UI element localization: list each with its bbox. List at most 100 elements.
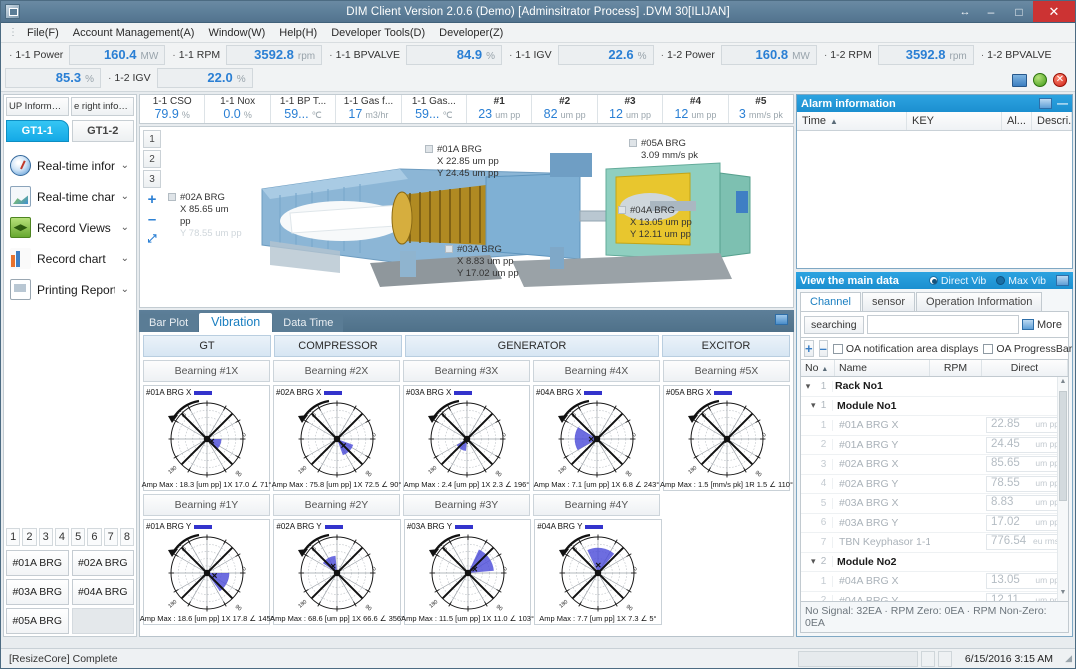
sidebar-item-printing-report[interactable]: Printing Report ⌄ — [6, 274, 134, 305]
polar-plot-cell[interactable]: #02A BRG X ✕ 0 90 180 270 Amp Max : 75.8 [um p… — [272, 385, 401, 491]
polar-plot-cell[interactable]: #03A BRG X ✕ 0 90 180 270 Amp Max : 2.4 [um pp… — [403, 385, 530, 491]
polar-plot-cell[interactable]: #02A BRG Y ✕ 0 90 180 270 Amp Max : 68.6 [um p… — [270, 519, 404, 625]
tab-sensor[interactable]: sensor — [861, 292, 916, 311]
menu-file[interactable]: File(F) — [20, 25, 66, 41]
add-row-button[interactable]: + — [804, 340, 814, 357]
menu-developer-tools[interactable]: Developer Tools(D) — [324, 25, 432, 41]
polar-plot-cell[interactable]: #01A BRG Y ✕ 0 90 180 270 Amp Max : 18.6 [um p… — [140, 519, 274, 625]
alarm-col-description[interactable]: Descri... — [1032, 112, 1072, 130]
tab-channel[interactable]: Channel — [800, 292, 861, 311]
search-input[interactable] — [866, 315, 1019, 334]
sidebar-item-record-chart[interactable]: Record chart ⌄ — [6, 243, 134, 274]
alarm-col-time[interactable]: Time ▲ — [797, 112, 907, 130]
page-2[interactable]: 2 — [22, 528, 37, 546]
tree-scrollbar[interactable]: ▲ ▼ — [1057, 377, 1068, 601]
main-data-expand-icon[interactable] — [1056, 275, 1069, 286]
tab-gt1-1[interactable]: GT1-1 — [6, 120, 69, 142]
table-row[interactable]: 2 #04A BRG Y 12.11 um pp — [801, 592, 1068, 601]
panel-expand-icon[interactable] — [775, 314, 788, 325]
menu-account-management[interactable]: Account Management(A) — [66, 25, 202, 41]
polar-plot-cell[interactable]: #03A BRG Y ✕ 0 90 180 270 Amp Max : 11.5 [um p… — [401, 519, 534, 625]
alarm-col-key[interactable]: KEY — [907, 112, 1002, 130]
restore-size-icon[interactable]: ↔ — [953, 1, 977, 22]
chevron-down-icon[interactable]: ⌄ — [121, 253, 132, 264]
zoom-level-3-button[interactable]: 3 — [143, 170, 161, 188]
page-1[interactable]: 1 — [6, 528, 21, 546]
table-row[interactable]: ▾ 2 Module No2 — [801, 553, 1068, 572]
bearing-button-03a[interactable]: #03A BRG — [6, 579, 69, 605]
table-row[interactable]: 6 #03A BRG Y 17.02 um pp — [801, 514, 1068, 533]
tab-bar-plot[interactable]: Bar Plot — [139, 314, 199, 332]
table-row[interactable]: 5 #03A BRG X 8.83 um pp — [801, 494, 1068, 514]
scroll-down-icon[interactable]: ▼ — [1059, 589, 1067, 600]
sidebar-item-real-time-chart[interactable]: Real-time chart ⌄ — [6, 181, 134, 212]
channel-tree-body[interactable]: ▾ 1 Rack No1 ▾ 1 Module No1 1 #01A BRG X 22.85 um… — [800, 377, 1069, 602]
polar-plot-cell[interactable]: #04A BRG X ✕ 0 90 180 270 Amp Max : 7.1 [um pp… — [533, 385, 660, 491]
green-status-icon[interactable] — [1033, 73, 1047, 87]
resize-grip-icon[interactable]: ◢ — [1063, 653, 1075, 664]
radio-direct-vib[interactable]: Direct Vib — [928, 275, 986, 287]
maximize-button[interactable]: □ — [1005, 1, 1033, 22]
bearing-button-04a[interactable]: #04A BRG — [71, 579, 134, 605]
page-3[interactable]: 3 — [38, 528, 53, 546]
checkbox-oa-progressbar[interactable]: OA ProgressBar — [983, 343, 1072, 355]
minimize-button[interactable]: – — [977, 1, 1005, 22]
expand-collapse-icon[interactable]: ▾ — [801, 381, 815, 392]
table-row[interactable]: 3 #02A BRG X 85.65 um pp — [801, 455, 1068, 475]
tree-col-no[interactable]: No ▲ — [801, 360, 835, 376]
radio-max-vib[interactable]: Max Vib — [996, 275, 1046, 287]
chevron-down-icon[interactable]: ⌄ — [121, 284, 132, 295]
sidebar-item-real-time-information[interactable]: Real-time infor ⌄ — [6, 150, 134, 181]
close-button[interactable]: ✕ — [1033, 1, 1075, 22]
table-row[interactable]: ▾ 1 Module No1 — [801, 397, 1068, 416]
tree-col-direct[interactable]: Direct — [982, 360, 1068, 376]
searching-button[interactable]: searching — [804, 315, 864, 334]
tree-col-name[interactable]: Name — [835, 360, 930, 376]
table-row[interactable]: 7 TBN Keyphasor 1-11 776.54 eu rms — [801, 533, 1068, 553]
chevron-down-icon[interactable]: ⌄ — [121, 191, 132, 202]
zoom-level-1-button[interactable]: 1 — [143, 130, 161, 148]
tree-col-rpm[interactable]: RPM — [930, 360, 982, 376]
tab-right-information[interactable]: e right informat — [71, 97, 134, 116]
more-options-icon[interactable] — [1021, 319, 1034, 330]
table-row[interactable]: ▾ 1 Rack No1 — [801, 377, 1068, 397]
menu-developer[interactable]: Developer(Z) — [432, 25, 510, 41]
remove-row-button[interactable]: – — [818, 340, 828, 357]
expand-collapse-icon[interactable]: ▾ — [801, 556, 816, 567]
expand-collapse-icon[interactable]: ▾ — [801, 400, 816, 411]
more-button[interactable]: More — [1037, 319, 1065, 331]
annotation-checkbox-icon[interactable] — [618, 206, 626, 214]
zoom-level-2-button[interactable]: 2 — [143, 150, 161, 168]
menu-help[interactable]: Help(H) — [272, 25, 324, 41]
annotation-checkbox-icon[interactable] — [425, 145, 433, 153]
alarm-grid-body[interactable] — [797, 131, 1072, 268]
table-row[interactable]: 2 #01A BRG Y 24.45 um pp — [801, 436, 1068, 455]
zoom-out-icon[interactable]: – — [143, 210, 161, 228]
annotation-checkbox-icon[interactable] — [445, 245, 453, 253]
table-row[interactable]: 1 #01A BRG X 22.85 um pp — [801, 416, 1068, 436]
annotation-checkbox-icon[interactable] — [168, 193, 176, 201]
fit-to-screen-icon[interactable]: ⤢ — [143, 230, 161, 248]
page-7[interactable]: 7 — [103, 528, 118, 546]
bearing-button-01a[interactable]: #01A BRG — [6, 550, 69, 576]
alarm-expand-icon[interactable] — [1039, 98, 1052, 109]
chevron-down-icon[interactable]: ⌄ — [121, 222, 132, 233]
red-stop-icon[interactable]: ✕ — [1053, 73, 1067, 87]
page-5[interactable]: 5 — [71, 528, 86, 546]
sidebar-item-record-views[interactable]: ◀▶ Record Views ⌄ — [6, 212, 134, 243]
checkbox-oa-notification[interactable]: OA notification area displays — [832, 343, 978, 355]
tab-data-time[interactable]: Data Time — [273, 314, 344, 332]
page-6[interactable]: 6 — [87, 528, 102, 546]
tab-up-information[interactable]: UP Information — [6, 97, 69, 116]
polar-plot-cell[interactable]: #01A BRG X ✕ 0 90 180 270 Amp Max : 18.3 [um p… — [142, 385, 271, 491]
menu-window[interactable]: Window(W) — [201, 25, 272, 41]
scroll-up-icon[interactable]: ▲ — [1059, 378, 1067, 389]
monitor-icon[interactable] — [1012, 73, 1027, 87]
scroll-thumb[interactable] — [1059, 391, 1067, 501]
alarm-collapse-icon[interactable]: — — [1057, 98, 1068, 110]
tab-operation-information[interactable]: Operation Information — [916, 292, 1043, 311]
tab-gt1-2[interactable]: GT1-2 — [71, 120, 134, 142]
bearing-button-05a[interactable]: #05A BRG — [6, 608, 69, 634]
table-row[interactable]: 1 #04A BRG X 13.05 um pp — [801, 572, 1068, 592]
tab-vibration[interactable]: Vibration — [199, 313, 273, 332]
